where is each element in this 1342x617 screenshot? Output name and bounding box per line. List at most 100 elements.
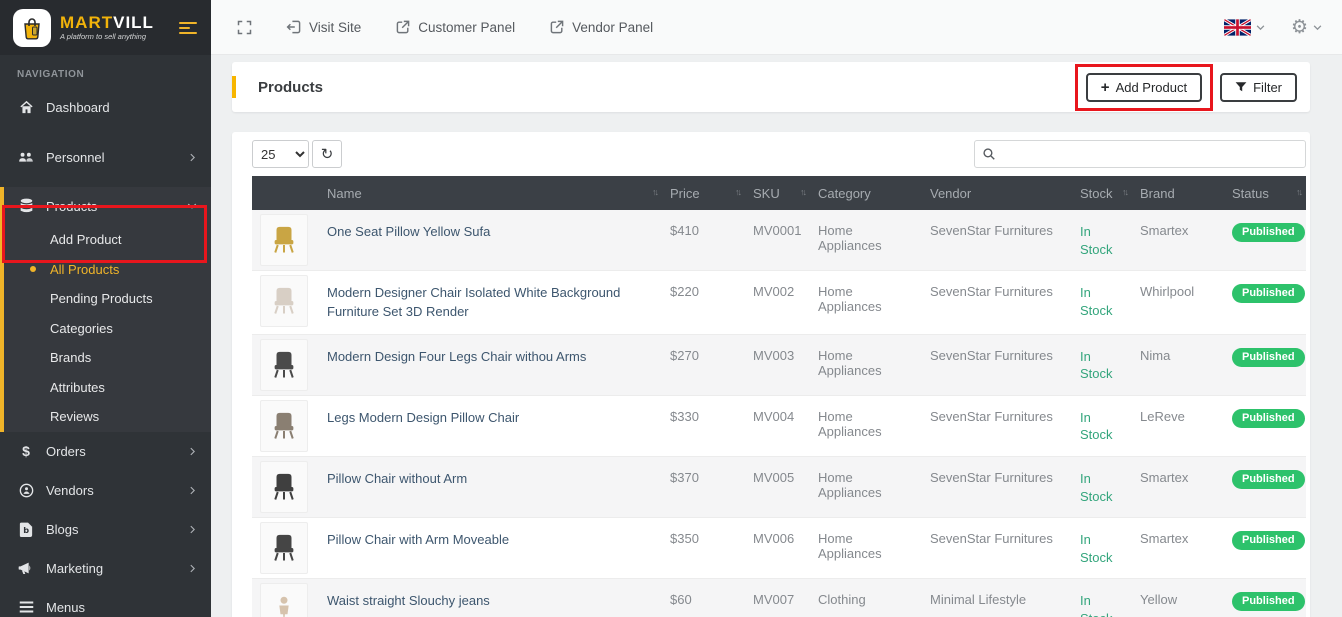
svg-text:b: b: [23, 524, 29, 534]
column-status[interactable]: Status↑↓: [1224, 176, 1306, 210]
product-sku: MV007: [745, 579, 810, 617]
sidebar-toggle-icon[interactable]: [179, 22, 197, 34]
gear-icon: ⚙: [1291, 18, 1308, 37]
table-row[interactable]: Legs Modern Design Pillow Chair $330 MV0…: [252, 395, 1306, 456]
sidebar-item-label: Products: [46, 199, 97, 214]
home-icon: [18, 99, 34, 115]
table-row[interactable]: Pillow Chair without Arm $370 MV005 Home…: [252, 456, 1306, 517]
annotation-box-add-product: + Add Product: [1075, 64, 1213, 111]
table-row[interactable]: One Seat Pillow Yellow Sufa $410 MV0001 …: [252, 210, 1306, 271]
products-table: Name↑↓ Price↑↓ SKU↑↓ Category Vendor Sto…: [252, 176, 1306, 617]
table-row[interactable]: Waist straight Slouchy jeans $60 MV007 C…: [252, 579, 1306, 617]
customer-panel-link[interactable]: Customer Panel: [395, 19, 515, 35]
product-sku: MV003: [745, 334, 810, 395]
status-badge: Published: [1232, 348, 1305, 367]
fullscreen-icon[interactable]: [237, 20, 252, 35]
filter-button[interactable]: Filter: [1220, 73, 1297, 102]
product-brand: Nima: [1132, 334, 1224, 395]
table-row[interactable]: Modern Designer Chair Isolated White Bac…: [252, 271, 1306, 335]
sub-item-label: All Products: [50, 262, 119, 277]
language-selector[interactable]: [1224, 19, 1265, 36]
table-row[interactable]: Modern Design Four Legs Chair withou Arm…: [252, 334, 1306, 395]
chevron-right-icon: [188, 525, 197, 534]
product-price: $270: [662, 334, 745, 395]
column-stock[interactable]: Stock↑↓: [1072, 176, 1132, 210]
megaphone-icon: [18, 560, 34, 576]
sidebar-logo-row: MARTVILL A platform to sell anything: [0, 0, 211, 55]
product-name-link[interactable]: Modern Designer Chair Isolated White Bac…: [327, 284, 654, 322]
sidebar-item-add-product[interactable]: Add Product: [4, 225, 211, 255]
column-sku[interactable]: SKU↑↓: [745, 176, 810, 210]
column-price[interactable]: Price↑↓: [662, 176, 745, 210]
shopping-bag-icon: [20, 16, 44, 40]
product-name-link[interactable]: Pillow Chair without Arm: [327, 470, 467, 489]
product-stock: In Stock: [1072, 395, 1132, 456]
sidebar: MARTVILL A platform to sell anything NAV…: [0, 0, 211, 617]
customer-panel-label: Customer Panel: [418, 20, 515, 35]
brand-name: MARTVILL: [60, 14, 154, 33]
sidebar-item-menus[interactable]: Menus: [0, 588, 211, 617]
plus-icon: +: [1101, 80, 1110, 95]
sidebar-item-orders[interactable]: $ Orders: [0, 432, 211, 471]
settings-menu[interactable]: ⚙: [1291, 18, 1322, 37]
sidebar-item-personnel[interactable]: Personnel: [0, 137, 211, 177]
visit-site-link[interactable]: Visit Site: [286, 19, 361, 35]
product-vendor: SevenStar Furnitures: [922, 456, 1072, 517]
chair-icon: [269, 285, 299, 317]
search-input[interactable]: [974, 140, 1306, 168]
status-badge: Published: [1232, 592, 1305, 611]
product-name-link[interactable]: Waist straight Slouchy jeans: [327, 592, 490, 611]
vendor-panel-link[interactable]: Vendor Panel: [549, 19, 653, 35]
product-brand: LeReve: [1132, 395, 1224, 456]
sidebar-item-categories[interactable]: Categories: [4, 314, 211, 344]
sidebar-item-label: Dashboard: [46, 100, 110, 115]
sub-item-label: Attributes: [50, 380, 105, 395]
sidebar-item-products[interactable]: Products: [4, 187, 211, 225]
sidebar-item-attributes[interactable]: Attributes: [4, 373, 211, 403]
sidebar-item-blogs[interactable]: b Blogs: [0, 510, 211, 549]
product-price: $410: [662, 210, 745, 271]
filter-icon: [1235, 81, 1247, 93]
product-vendor: Minimal Lifestyle: [922, 579, 1072, 617]
product-vendor: SevenStar Furnitures: [922, 395, 1072, 456]
product-name-link[interactable]: Modern Design Four Legs Chair withou Arm…: [327, 348, 586, 367]
product-stock: In Stock: [1072, 210, 1132, 271]
column-name[interactable]: Name↑↓: [319, 176, 662, 210]
table-row[interactable]: Pillow Chair with Arm Moveable $350 MV00…: [252, 518, 1306, 579]
refresh-button[interactable]: ↻: [312, 140, 342, 168]
person-icon: [270, 593, 298, 617]
product-price: $370: [662, 456, 745, 517]
chevron-right-icon: [188, 153, 197, 162]
sidebar-item-dashboard[interactable]: Dashboard: [0, 87, 211, 127]
sort-icon[interactable]: ↑↓: [1296, 187, 1301, 197]
sort-icon[interactable]: ↑↓: [735, 187, 740, 197]
product-name-link[interactable]: Pillow Chair with Arm Moveable: [327, 531, 509, 550]
sub-item-label: Brands: [50, 350, 91, 365]
page-title: Products: [258, 79, 323, 96]
sort-icon[interactable]: ↑↓: [652, 187, 657, 197]
sidebar-item-vendors[interactable]: Vendors: [0, 471, 211, 510]
product-name-link[interactable]: Legs Modern Design Pillow Chair: [327, 409, 519, 428]
sidebar-item-pending-products[interactable]: Pending Products: [4, 284, 211, 314]
sidebar-item-all-products[interactable]: All Products: [4, 255, 211, 285]
product-sku: MV006: [745, 518, 810, 579]
sidebar-item-reviews[interactable]: Reviews: [4, 402, 211, 432]
nav-section-label: NAVIGATION: [0, 55, 211, 87]
sidebar-item-marketing[interactable]: Marketing: [0, 549, 211, 588]
product-price: $330: [662, 395, 745, 456]
column-category: Category: [810, 176, 922, 210]
brand-mart: MART: [60, 13, 113, 32]
per-page-select[interactable]: 25: [252, 140, 309, 168]
add-product-button[interactable]: + Add Product: [1086, 73, 1202, 102]
chair-icon: [269, 532, 299, 564]
martvill-logo[interactable]: [13, 9, 51, 47]
product-category: Home Appliances: [810, 271, 922, 335]
product-stock: In Stock: [1072, 579, 1132, 617]
chevron-right-icon: [188, 447, 197, 456]
product-name-link[interactable]: One Seat Pillow Yellow Sufa: [327, 223, 490, 242]
product-sku: MV0001: [745, 210, 810, 271]
sort-icon[interactable]: ↑↓: [800, 187, 805, 197]
sort-icon[interactable]: ↑↓: [1122, 187, 1127, 197]
product-category: Home Appliances: [810, 518, 922, 579]
sidebar-item-brands[interactable]: Brands: [4, 343, 211, 373]
